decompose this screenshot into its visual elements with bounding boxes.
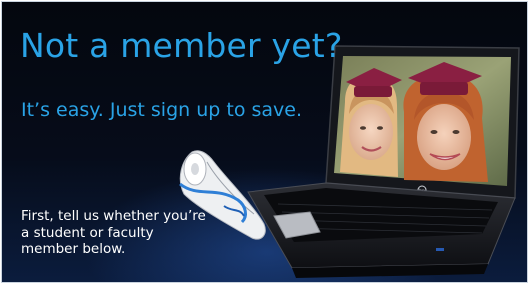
headline: Not a member yet? — [20, 26, 343, 65]
laptop-keyboard-deck — [247, 182, 516, 278]
subhead: It’s easy. Just sign up to save. — [21, 99, 303, 121]
promo-banner: hp Not a member yet? It’s ea — [1, 1, 528, 283]
body-copy: First, tell us whether you’re a student … — [21, 208, 206, 257]
laptop-screen: hp — [325, 45, 520, 199]
